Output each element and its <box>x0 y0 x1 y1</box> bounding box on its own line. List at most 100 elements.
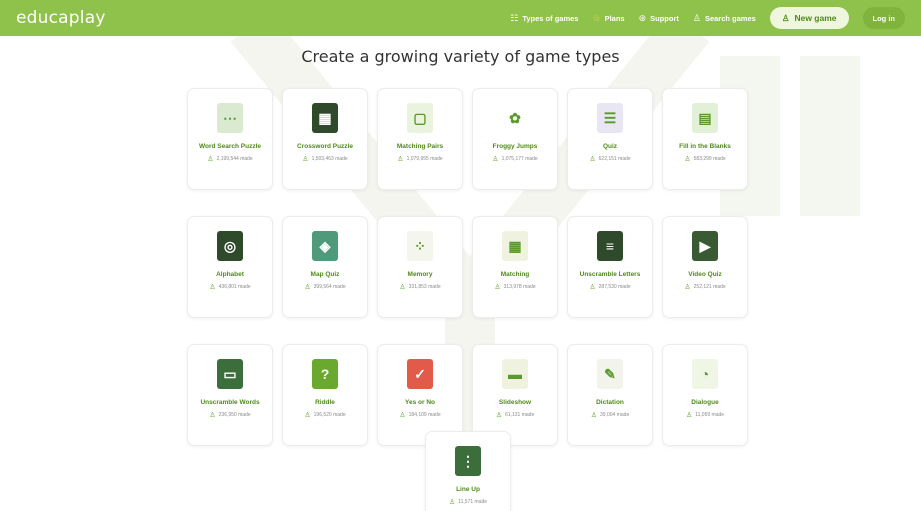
made-count: 184,109 made <box>408 412 441 418</box>
dictation-icon: ✎ <box>597 359 623 389</box>
nav-types-of-games[interactable]: ☷ Types of games <box>510 13 578 24</box>
game-card-quiz[interactable]: ☰ Quiz ♙ 622,151 made <box>567 88 653 190</box>
game-title: Quiz <box>602 143 618 150</box>
quiz-icon: ☰ <box>597 103 623 133</box>
game-card-word-search-puzzle[interactable]: ⋯ Word Search Puzzle ♙ 2,199,544 made <box>187 88 273 190</box>
made-icon: ♙ <box>399 284 406 291</box>
types-icon: ☷ <box>510 12 519 23</box>
game-card-riddle[interactable]: ? Riddle ♙ 196,520 made <box>282 344 368 446</box>
game-card-memory[interactable]: ⁘ Memory ♙ 331,853 made <box>377 216 463 318</box>
yes-or-no-icon: ✓ <box>407 359 433 389</box>
new-game-button[interactable]: ♙ New game <box>769 7 849 29</box>
fill-in-the-blanks-icon: ▤ <box>692 103 718 133</box>
made-icon: ♙ <box>397 156 404 163</box>
made-count: 252,121 made <box>693 284 726 290</box>
slideshow-icon: ▬ <box>502 359 528 389</box>
game-count: ♙ 1,079,955 made <box>397 155 442 163</box>
made-icon: ♙ <box>207 156 214 163</box>
made-count: 11,571 made <box>458 499 488 505</box>
nav-search-games[interactable]: ♙ Search games <box>693 13 756 24</box>
game-card-matching[interactable]: ▦ Matching ♙ 313,978 made <box>472 216 558 318</box>
made-icon: ♙ <box>304 284 311 291</box>
game-card-dictation[interactable]: ✎ Dictation ♙ 39,004 made <box>567 344 653 446</box>
made-icon: ♙ <box>448 499 456 506</box>
matching-pairs-icon: ▢ <box>407 103 433 133</box>
memory-icon: ⁘ <box>407 231 433 261</box>
made-icon: ♙ <box>684 156 691 163</box>
game-title: Video Quiz <box>688 271 722 278</box>
nav-plans[interactable]: ☆ Plans <box>592 13 624 24</box>
game-card-video-quiz[interactable]: ▶ Video Quiz ♙ 252,121 made <box>662 216 748 318</box>
game-card-unscramble-letters[interactable]: ≡ Unscramble Letters ♙ 287,530 made <box>567 216 653 318</box>
game-title: Line Up <box>456 486 480 493</box>
game-card-dialogue[interactable]: ◔ Dialogue ♙ 11,059 made <box>662 344 748 446</box>
made-icon: ♙ <box>302 156 309 163</box>
game-count: ♙ 2,199,544 made <box>207 155 252 163</box>
made-count: 11,059 made <box>695 412 725 418</box>
game-title: Unscramble Words <box>200 399 260 406</box>
alphabet-icon: ◎ <box>217 231 243 261</box>
game-card-froggy-jumps[interactable]: ✿ Froggy Jumps ♙ 1,075,177 made <box>472 88 558 190</box>
made-icon: ♙ <box>399 412 406 419</box>
game-count: ♙ 436,801 made <box>209 283 250 291</box>
plus-person-icon: ♙ <box>781 12 790 23</box>
nav-label: Search games <box>704 13 756 23</box>
game-count: ♙ 1,503,463 made <box>302 155 347 163</box>
line-up-icon: ⋮ <box>455 446 481 476</box>
game-title: Alphabet <box>216 271 244 278</box>
game-title: Froggy Jumps <box>492 143 538 150</box>
game-count: ♙ 331,853 made <box>399 283 440 291</box>
game-count: ♙ 1,075,177 made <box>492 155 537 163</box>
game-title: Word Search Puzzle <box>198 143 261 150</box>
nav-support[interactable]: ⊛ Support <box>639 13 679 24</box>
riddle-icon: ? <box>312 359 338 389</box>
game-card-map-quiz[interactable]: ◈ Map Quiz ♙ 399,564 made <box>282 216 368 318</box>
game-title: Fill in the Blanks <box>679 143 731 150</box>
game-card-alphabet[interactable]: ◎ Alphabet ♙ 436,801 made <box>187 216 273 318</box>
game-count: ♙ 399,564 made <box>304 283 345 291</box>
made-icon: ♙ <box>494 284 501 291</box>
educaplay-logo[interactable]: educaplay <box>16 8 106 28</box>
game-card-matching-pairs[interactable]: ▢ Matching Pairs ♙ 1,079,955 made <box>377 88 463 190</box>
game-title: Map Quiz <box>310 271 340 278</box>
made-icon: ♙ <box>209 412 216 419</box>
game-count: ♙ 11,059 made <box>686 411 724 419</box>
game-title: Unscramble Letters <box>579 271 641 278</box>
game-count: ♙ 313,978 made <box>494 283 535 291</box>
game-title: Crossword Puzzle <box>297 143 353 150</box>
game-title: Memory <box>407 271 433 278</box>
made-icon: ♙ <box>304 412 311 419</box>
nav-label: Support <box>650 13 679 23</box>
made-count: 196,520 made <box>313 412 346 418</box>
made-icon: ♙ <box>589 284 596 291</box>
made-count: 583,299 made <box>693 156 726 162</box>
game-count: ♙ 196,520 made <box>304 411 345 419</box>
game-title: Riddle <box>315 399 335 406</box>
login-button[interactable]: Log in <box>862 7 905 29</box>
word-search-puzzle-icon: ⋯ <box>217 103 243 133</box>
made-icon: ♙ <box>589 156 596 163</box>
game-title: Dictation <box>596 399 624 406</box>
made-icon: ♙ <box>495 412 503 419</box>
page-title: Create a growing variety of game types <box>301 47 620 66</box>
made-icon: ♙ <box>685 412 693 419</box>
made-icon: ♙ <box>684 284 691 291</box>
star-icon: ☆ <box>592 12 601 23</box>
search-games-icon: ♙ <box>692 12 701 23</box>
made-count: 39,004 made <box>600 412 630 418</box>
game-count: ♙ 11,571 made <box>449 498 487 506</box>
game-types-grid: ⋯ Word Search Puzzle ♙ 2,199,544 made ▦ Cross… <box>187 88 748 446</box>
game-card-line-up[interactable]: ⋮ Line Up ♙ 11,571 made <box>425 431 511 511</box>
unscramble-words-icon: ▭ <box>217 359 243 389</box>
froggy-jumps-icon: ✿ <box>502 103 528 133</box>
nav-label: Plans <box>604 13 625 23</box>
game-count: ♙ 252,121 made <box>684 283 725 291</box>
made-count: 2,199,544 made <box>216 156 253 162</box>
made-count: 622,151 made <box>598 156 631 162</box>
main-nav: ☷ Types of games ☆ Plans ⊛ Support ♙ Sea… <box>510 7 905 29</box>
game-card-crossword-puzzle[interactable]: ▦ Crossword Puzzle ♙ 1,503,463 made <box>282 88 368 190</box>
game-card-fill-in-the-blanks[interactable]: ▤ Fill in the Blanks ♙ 583,299 made <box>662 88 748 190</box>
game-card-unscramble-words[interactable]: ▭ Unscramble Words ♙ 236,950 made <box>187 344 273 446</box>
matching-icon: ▦ <box>502 231 528 261</box>
made-count: 1,503,463 made <box>311 156 348 162</box>
